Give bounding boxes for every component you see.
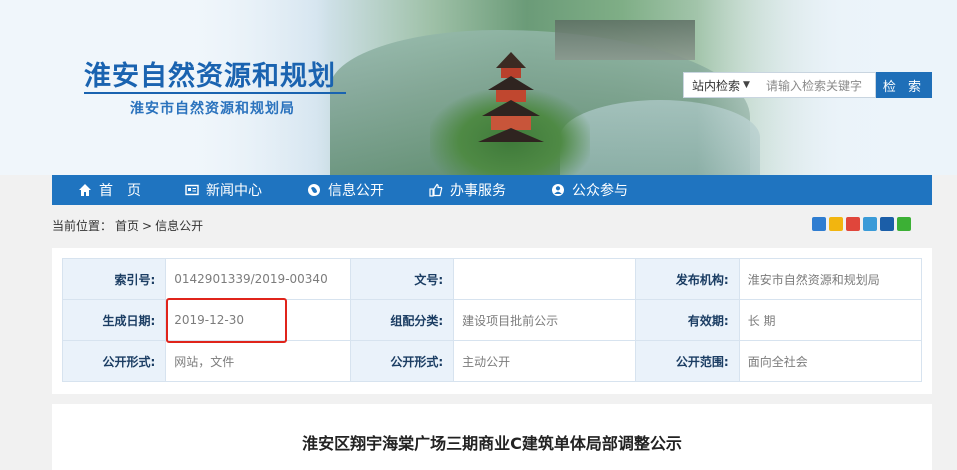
table-row: 索引号: 0142901339/2019-00340 文号: 发布机构: 淮安市… [61, 258, 923, 300]
disclosure-mode-value: 主动公开 [453, 340, 637, 382]
search-input[interactable]: 请输入检索关键字 [758, 72, 876, 98]
news-icon [185, 183, 199, 197]
validity-label: 有效期: [635, 299, 740, 341]
publisher-value: 淮安市自然资源和规划局 [738, 258, 923, 300]
nav-item-label: 公众参与 [572, 183, 628, 199]
document-number-value [453, 258, 637, 300]
document-number-label: 文号: [349, 258, 455, 300]
header-banner: 淮安自然资源和规划 淮安市自然资源和规划局 站内检索 ▼ 请输入检索关键字 检 … [0, 0, 957, 175]
disclosure-scope-value: 面向全社会 [738, 340, 923, 382]
disclosure-form-value: 网站，文件 [165, 340, 351, 382]
banner-building [555, 20, 695, 60]
created-date-label: 生成日期: [61, 299, 167, 341]
breadcrumb-home-link[interactable]: 首页 [115, 217, 139, 234]
wechat-icon[interactable] [897, 217, 911, 231]
tencent-icon[interactable] [863, 217, 877, 231]
breadcrumb-separator: > [142, 218, 153, 233]
home-icon [78, 183, 92, 197]
nav-item-home[interactable]: 首 页 [78, 175, 141, 205]
disclosure-scope-label: 公开范围: [635, 340, 740, 382]
index-number-value: 0142901339/2019-00340 [165, 258, 351, 300]
breadcrumb-current-link[interactable]: 信息公开 [155, 217, 203, 234]
site-subtitle: 淮安市自然资源和规划局 [130, 101, 295, 117]
disclosure-form-label: 公开形式: [61, 340, 167, 382]
share-toolbar [812, 217, 911, 231]
breadcrumb: 当前位置： 首页 > 信息公开 [52, 217, 203, 234]
nav-item-label: 新闻中心 [206, 183, 262, 199]
title-underline [84, 92, 346, 94]
nav-item-participation[interactable]: 公众参与 [551, 175, 628, 205]
globe-icon [307, 183, 321, 197]
nav-item-news[interactable]: 新闻中心 [185, 175, 262, 205]
thumbs-up-icon [429, 183, 443, 197]
search-button[interactable]: 检 索 [876, 72, 932, 98]
index-number-label: 索引号: [61, 258, 167, 300]
weibo-icon[interactable] [846, 217, 860, 231]
nav-item-disclosure[interactable]: 信息公开 [307, 175, 384, 205]
article-panel: 淮安区翔宇海棠广场三期商业C建筑单体局部调整公示 [52, 404, 932, 470]
caret-down-icon: ▼ [743, 80, 750, 90]
main-nav: 首 页 新闻中心 信息公开 办事服务 公众参与 [52, 175, 932, 205]
renren-icon[interactable] [880, 217, 894, 231]
search-scope-label: 站内检索 [692, 78, 741, 93]
page: 淮安自然资源和规划 淮安市自然资源和规划局 站内检索 ▼ 请输入检索关键字 检 … [0, 0, 957, 470]
publisher-label: 发布机构: [635, 258, 740, 300]
category-label: 组配分类: [349, 299, 455, 341]
breadcrumb-prefix: 当前位置： [52, 219, 113, 233]
category-value: 建设项目批前公示 [453, 299, 637, 341]
date-highlight-box [166, 298, 287, 343]
qzone-icon[interactable] [829, 217, 843, 231]
search-scope-select[interactable]: 站内检索 ▼ [683, 72, 758, 98]
pagoda-image [478, 52, 544, 142]
table-row: 公开形式: 网站，文件 公开形式: 主动公开 公开范围: 面向全社会 [61, 340, 923, 382]
add-icon[interactable] [812, 217, 826, 231]
nav-item-label: 首 页 [99, 183, 141, 199]
nav-item-services[interactable]: 办事服务 [429, 175, 506, 205]
nav-item-label: 办事服务 [450, 183, 506, 199]
disclosure-mode-label: 公开形式: [349, 340, 455, 382]
article-title: 淮安区翔宇海棠广场三期商业C建筑单体局部调整公示 [302, 434, 682, 453]
validity-value: 长 期 [738, 299, 923, 341]
site-title[interactable]: 淮安自然资源和规划 [84, 54, 336, 93]
user-icon [551, 183, 565, 197]
nav-item-label: 信息公开 [328, 183, 384, 199]
site-search: 站内检索 ▼ 请输入检索关键字 检 索 [683, 72, 932, 98]
